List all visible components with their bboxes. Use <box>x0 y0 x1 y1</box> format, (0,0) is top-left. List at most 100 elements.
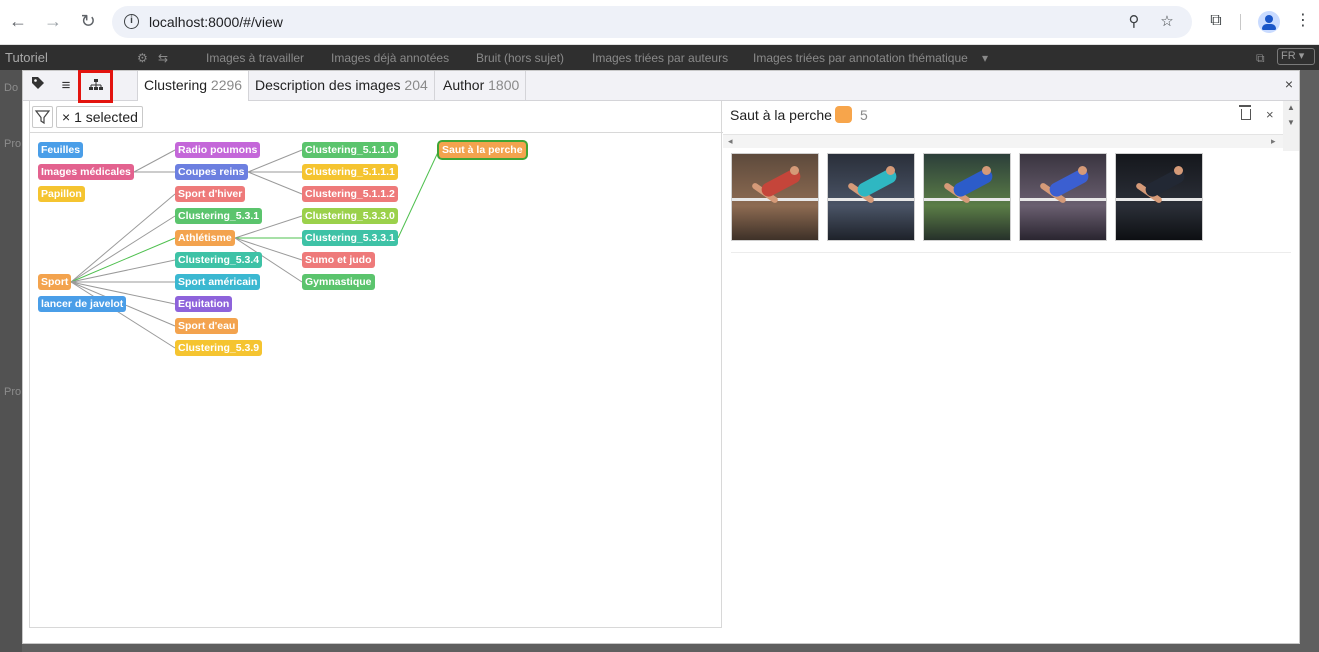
bg-sidebar-text: Do <box>4 82 19 94</box>
detail-horizontal-scrollbar[interactable]: ◂ ▸ <box>723 134 1283 148</box>
tree-edge <box>70 259 176 283</box>
detail-close-button[interactable]: × <box>1266 107 1274 122</box>
tree-node-athletisme[interactable]: Athlétisme <box>175 230 235 246</box>
browser-toolbar: ← → ↻ i localhost:8000/#/view ⚲ ☆ ⧉ ⋮ <box>0 0 1319 45</box>
image-grid <box>731 153 1291 253</box>
tree-edge <box>397 149 440 239</box>
back-arrow-icon[interactable]: ← <box>7 10 29 32</box>
detail-header: Saut à la perche 5 × ▲ ▼ <box>723 101 1299 151</box>
language-select: FR ▾ <box>1277 48 1315 65</box>
tree-pane: × 1 selected Feuilles Images médicales Pap… <box>29 101 723 628</box>
image-thumbnail[interactable] <box>1115 153 1203 241</box>
tree-edge <box>70 237 176 283</box>
tab-clustering-label: Clustering <box>144 77 208 93</box>
zoom-icon[interactable]: ⚲ <box>1124 12 1144 32</box>
bookmark-star-icon[interactable]: ☆ <box>1157 12 1177 32</box>
tree-node-equitation[interactable]: Equitation <box>175 296 233 312</box>
image-thumbnail[interactable] <box>731 153 819 241</box>
tree-node-c539[interactable]: Clustering_5.3.9 <box>175 340 263 356</box>
list-view-icon[interactable]: ≡ <box>52 73 80 99</box>
image-thumbnail[interactable] <box>827 153 915 241</box>
scroll-up-icon[interactable]: ▲ <box>1287 103 1295 112</box>
tab-description[interactable]: Description des images 204 <box>249 71 435 101</box>
tree-node-feuilles[interactable]: Feuilles <box>38 142 84 158</box>
tab-author-count: 1800 <box>488 77 520 93</box>
bg-tab-2: Images déjà annotées <box>331 51 450 65</box>
tree-edge <box>70 215 176 283</box>
detail-vertical-scrollbar[interactable]: ▲ ▼ <box>1283 101 1299 151</box>
modal-tab-bar: ≡ Clustering 2296 Description des images… <box>23 70 1299 103</box>
selection-chip[interactable]: × 1 selected <box>56 106 143 128</box>
tree-node-c5111[interactable]: Clustering_5.1.1.1 <box>302 164 398 180</box>
settings-icon: ⚙ <box>137 51 148 65</box>
tab-clustering[interactable]: Clustering 2296 <box>137 71 250 101</box>
tab-author[interactable]: Author 1800 <box>437 71 527 101</box>
tree-edge <box>247 171 303 195</box>
background-app-bar: Tutoriel ⚙ ⇆ Images à travailler Images … <box>0 45 1319 70</box>
detail-pane: Saut à la perche 5 × ▲ ▼ ◂ ▸ <box>723 101 1299 628</box>
tree-node-images_medicales[interactable]: Images médicales <box>38 164 134 180</box>
tree-node-c534[interactable]: Clustering_5.3.4 <box>175 252 263 268</box>
bg-dropdown-icon: ▾ <box>982 51 989 65</box>
extensions-icon[interactable]: ⧉ <box>1205 10 1227 32</box>
trash-icon[interactable] <box>1239 105 1253 121</box>
tree-edge <box>70 281 176 349</box>
translate-icon: ⧉ <box>1256 51 1265 65</box>
reload-icon[interactable]: ↻ <box>77 10 99 32</box>
swap-icon: ⇆ <box>158 51 169 65</box>
scroll-left-icon[interactable]: ◂ <box>728 136 733 147</box>
image-thumbnail[interactable] <box>1019 153 1107 241</box>
funnel-icon <box>34 110 51 125</box>
tree-edge <box>70 193 176 283</box>
detail-title[interactable]: Saut à la perche <box>730 107 832 123</box>
bg-sidebar-text: Pro <box>4 138 22 150</box>
tab-description-count: 204 <box>404 77 428 93</box>
tag-icon[interactable] <box>24 73 52 99</box>
scroll-down-icon[interactable]: ▼ <box>1287 118 1295 127</box>
forward-arrow-icon[interactable]: → <box>42 10 64 32</box>
tree-node-c5330[interactable]: Clustering_5.3.3.0 <box>302 208 398 224</box>
scroll-right-icon[interactable]: ▸ <box>1271 136 1276 147</box>
tree-node-c531[interactable]: Clustering_5.3.1 <box>175 208 263 224</box>
tree-node-perche[interactable]: Saut à la perche <box>439 142 526 158</box>
profile-avatar-icon[interactable] <box>1258 11 1280 33</box>
toolbar-divider <box>1240 14 1241 30</box>
cluster-tree: Feuilles Images médicales Papillon Sport lan… <box>30 134 722 627</box>
filter-row: × 1 selected <box>30 101 723 133</box>
tree-node-sumo[interactable]: Sumo et judo <box>302 252 375 268</box>
image-thumbnail[interactable] <box>923 153 1011 241</box>
bg-tab-5: Images triées par annotation thématique <box>753 51 968 65</box>
filter-button[interactable] <box>32 106 53 128</box>
tree-node-hiver[interactable]: Sport d'hiver <box>175 186 246 202</box>
tree-node-c5331[interactable]: Clustering_5.3.3.1 <box>302 230 398 246</box>
tab-description-label: Description des images <box>255 77 401 93</box>
tab-author-label: Author <box>443 77 485 93</box>
bg-tab-3: Bruit (hors sujet) <box>476 51 565 65</box>
modal-close-button[interactable]: × <box>1285 76 1293 92</box>
tree-node-radio[interactable]: Radio poumons <box>175 142 261 158</box>
tab-clustering-count: 2296 <box>210 77 243 93</box>
tree-node-coupes[interactable]: Coupes reins <box>175 164 248 180</box>
more-menu-icon[interactable]: ⋮ <box>1292 10 1314 32</box>
tree-node-americain[interactable]: Sport américain <box>175 274 261 290</box>
app-brand: Tutoriel <box>5 50 48 65</box>
tree-node-c5110[interactable]: Clustering_5.1.1.0 <box>302 142 398 158</box>
tree-edge <box>133 149 176 173</box>
tree-view-icon[interactable] <box>78 70 113 103</box>
tree-node-papillon[interactable]: Papillon <box>38 186 85 202</box>
detail-count: 5 <box>860 107 868 123</box>
tree-node-lancer[interactable]: lancer de javelot <box>38 296 127 312</box>
tree-node-c5112[interactable]: Clustering_5.1.1.2 <box>302 186 398 202</box>
tree-node-eau[interactable]: Sport d'eau <box>175 318 239 334</box>
background-sidebar: Do Pro Pro <box>0 70 22 652</box>
tree-node-sport[interactable]: Sport <box>38 274 72 290</box>
bg-tab-4: Images triées par auteurs <box>592 51 729 65</box>
url-text[interactable]: localhost:8000/#/view <box>149 14 283 30</box>
address-bar[interactable]: i localhost:8000/#/view ⚲ ☆ <box>112 6 1192 38</box>
detail-color-swatch[interactable] <box>835 106 852 123</box>
bg-tab-1: Images à travailler <box>206 51 305 65</box>
bg-sidebar-text: Pro <box>4 386 22 398</box>
site-info-icon[interactable]: i <box>124 14 139 29</box>
tree-view-modal: ≡ Clustering 2296 Description des images… <box>22 70 1300 644</box>
tree-node-gym[interactable]: Gymnastique <box>302 274 375 290</box>
